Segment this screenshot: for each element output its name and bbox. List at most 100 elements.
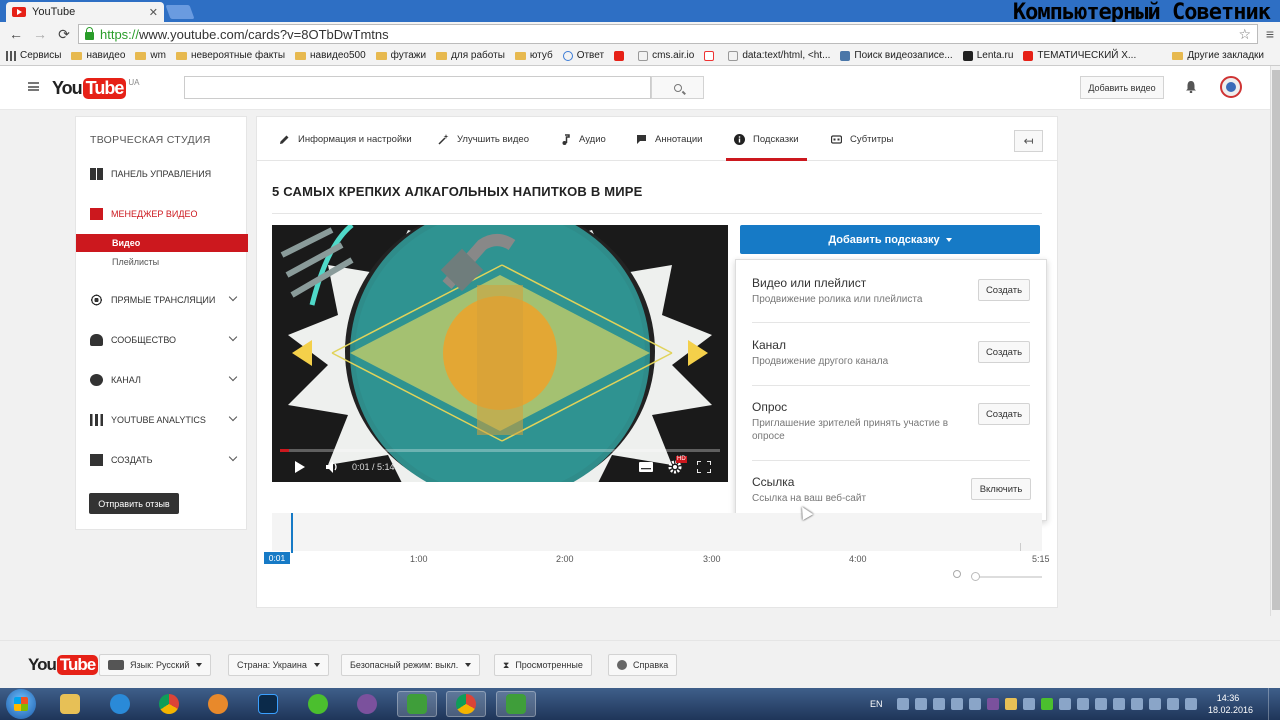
show-desktop-button[interactable] [1268,688,1280,720]
chrome-menu-icon[interactable]: ≡ [1266,26,1274,42]
add-card-button[interactable]: Добавить подсказку [740,225,1040,254]
subtitles-icon[interactable] [639,462,653,472]
volume-icon[interactable] [1184,698,1197,710]
other-bookmarks[interactable]: Другие закладки [1172,50,1264,61]
back-to-list-button[interactable]: ↤ [1014,130,1043,152]
bookmark-item[interactable]: Сервисы [6,50,61,61]
tab-cards[interactable]: Подсказки [726,117,807,161]
language-indicator[interactable]: EN [870,699,883,709]
enable-link-card-button[interactable]: Включить [971,478,1031,500]
new-tab-button[interactable] [165,5,195,19]
safety-mode-button[interactable]: Безопасный режим: выкл. [341,654,481,676]
bookmark-item[interactable]: Ответ [562,50,604,61]
play-icon[interactable] [294,461,306,473]
tray-icon[interactable] [1076,698,1089,710]
help-button[interactable]: Справка [608,654,678,676]
tray-icon[interactable] [1058,698,1071,710]
close-tab-icon[interactable]: ✕ [149,6,158,19]
reload-icon[interactable]: ⟳ [54,24,74,44]
video-player[interactable]: 0:01 / 5:14 HD [272,225,728,482]
timeline-zoom-slider[interactable] [974,576,1042,578]
create-channel-card-button[interactable]: Создать [978,341,1030,363]
tray-icon[interactable] [986,698,999,710]
taskbar-camtasia-recorder[interactable] [496,691,536,717]
account-avatar[interactable] [1220,76,1242,98]
page-scrollbar[interactable] [1270,66,1280,616]
forward-arrow-icon[interactable]: → [30,24,50,44]
tray-icon[interactable] [914,698,927,710]
sidebar-item-channel[interactable]: КАНАЛ [76,369,248,391]
tray-icon[interactable] [1040,698,1053,710]
windows-start-button[interactable] [6,689,36,719]
youtube-logo[interactable]: You Tube UA [52,78,139,99]
sidebar-item-create[interactable]: СОЗДАТЬ [76,449,248,471]
tray-icon[interactable] [950,698,963,710]
taskbar-icq[interactable] [298,691,338,717]
bookmark-item[interactable]: Lenta.ru [962,50,1013,61]
network-icon[interactable] [1166,698,1179,710]
tray-icon[interactable] [968,698,981,710]
bookmark-item[interactable]: футажи [375,50,426,61]
create-video-card-button[interactable]: Создать [978,279,1030,301]
tab-info-settings[interactable]: Информация и настройки [279,117,412,161]
taskbar-camtasia[interactable] [397,691,437,717]
search-button[interactable] [651,76,704,99]
language-select-button[interactable]: Язык: Русский [99,654,212,676]
sidebar-item-video-manager[interactable]: МЕНЕДЖЕР ВИДЕО [76,203,248,225]
sidebar-item-live[interactable]: ПРЯМЫЕ ТРАНСЛЯЦИИ [76,289,248,311]
taskbar-photoshop[interactable] [248,691,288,717]
send-feedback-button[interactable]: Отправить отзыв [89,493,179,514]
tab-subtitles[interactable]: Субтитры [831,117,893,161]
bookmark-item[interactable]: wm [135,50,166,61]
bookmark-star-icon[interactable]: ☆ [1238,26,1251,43]
bookmark-item[interactable]: навидео500 [295,50,366,61]
bookmark-item[interactable]: навидео [71,50,125,61]
address-bar[interactable]: https:// www.youtube.com/cards?v=8OTbDwT… [78,24,1258,44]
tab-annotations[interactable]: Аннотации [636,117,703,161]
flag-icon[interactable] [1148,698,1161,710]
taskbar-explorer[interactable] [50,691,90,717]
bookmark-item[interactable]: data:text/html, <ht... [728,50,830,61]
tray-icon[interactable] [1022,698,1035,710]
taskbar-media-player[interactable] [198,691,238,717]
search-input[interactable] [184,76,651,99]
tray-icon[interactable] [932,698,945,710]
fullscreen-icon[interactable] [697,461,711,473]
cards-timeline[interactable] [272,513,1042,553]
bookmark-item[interactable]: невероятные факты [175,50,285,61]
sidebar-subitem-playlists[interactable]: Плейлисты [76,253,248,271]
volume-icon[interactable] [326,461,340,473]
taskbar-chrome[interactable] [149,691,189,717]
hamburger-menu-icon[interactable] [28,82,39,91]
country-select-button[interactable]: Страна: Украина [228,654,329,676]
bookmark-item[interactable]: ТЕМАТИЧЕСКИЙ Х... [1023,50,1136,61]
bookmark-item[interactable]: cms.air.io [638,50,694,61]
taskbar-viber[interactable] [347,691,387,717]
upload-video-button[interactable]: Добавить видео [1080,76,1164,99]
sidebar-item-dashboard[interactable]: ПАНЕЛЬ УПРАВЛЕНИЯ [76,163,248,185]
create-poll-card-button[interactable]: Создать [978,403,1030,425]
taskbar-clock[interactable]: 14:36 18.02.2016 [1208,692,1253,716]
bookmark-item[interactable] [614,50,628,61]
bookmark-item[interactable]: ютуб [514,50,553,61]
tray-icon[interactable] [1094,698,1107,710]
tray-icon[interactable] [1004,698,1017,710]
tab-enhancements[interactable]: Улучшить видео [438,117,529,161]
bookmark-item[interactable]: Поиск видеозаписе... [840,50,953,61]
sidebar-item-analytics[interactable]: YOUTUBE ANALYTICS [76,409,248,431]
bookmark-item[interactable] [704,50,718,61]
browser-tab[interactable]: YouTube ✕ [6,2,164,22]
notifications-bell-icon[interactable] [1185,80,1197,93]
history-button[interactable]: ⧗ Просмотренные [494,654,592,676]
back-arrow-icon[interactable]: ← [6,24,26,44]
tray-icon[interactable] [1112,698,1125,710]
sidebar-subitem-videos[interactable]: Видео [76,234,248,252]
zoom-slider-knob[interactable] [971,572,980,581]
tray-icon[interactable] [896,698,909,710]
tab-audio[interactable]: Аудио [560,117,606,161]
taskbar-ie[interactable] [100,691,140,717]
scrollbar-thumb[interactable] [1272,70,1280,610]
taskbar-chrome-active[interactable] [446,691,486,717]
timeline-playhead[interactable] [291,513,293,553]
footer-youtube-logo[interactable]: You Tube [28,655,99,675]
